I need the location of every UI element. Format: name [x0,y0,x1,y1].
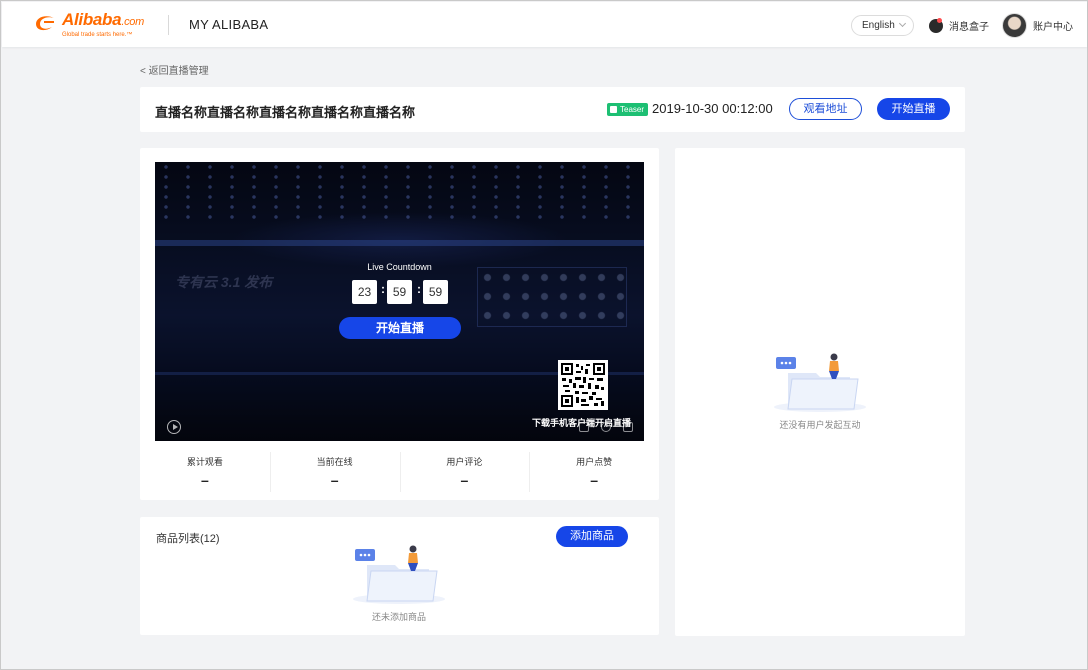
countdown-seconds: 59 [423,280,448,304]
empty-products-text: 还未添加商品 [371,612,426,622]
logo-tagline: Global trade starts here.™ [62,32,133,38]
fullscreen-icon[interactable] [623,422,633,432]
stat-total-views: 累计观看 – [140,448,270,493]
product-list-card: 商品列表(12) 添加商品 还未添加商品 [140,517,659,635]
alibaba-logo-icon [36,16,54,31]
countdown-colon: : [417,282,421,296]
watch-url-button[interactable]: 观看地址 [789,98,862,120]
live-name: 直播名称直播名称直播名称直播名称直播名称 [155,105,416,120]
countdown-hours: 23 [352,280,377,304]
message-box-link[interactable]: 消息盒子 [929,17,989,33]
account-center-link[interactable]: 账户中心 [1002,13,1073,38]
app-frame: Alibaba.com Global trade starts here.™ M… [0,0,1088,670]
stat-value: – [200,472,209,488]
stat-user-likes: 用户点赞 – [529,448,659,493]
alibaba-logo[interactable]: Alibaba.com Global trade starts here.™ [32,10,144,38]
volume-icon[interactable] [601,422,611,432]
stat-value: – [330,472,339,488]
chevron-down-icon [898,19,907,28]
stat-value: – [590,472,599,488]
qr-code-icon [561,363,605,407]
interaction-panel: 还没有用户发起互动 [675,148,965,636]
start-live-button[interactable]: 开始直播 [877,98,950,120]
top-header: Alibaba.com Global trade starts here.™ M… [2,2,1087,47]
language-selector[interactable]: English [851,15,914,36]
live-title-bar: 直播名称直播名称直播名称直播名称直播名称 Teaser 2019-10-30 0… [140,87,965,132]
empty-folder-icon [353,545,445,604]
play-icon[interactable] [167,420,181,434]
stats-row: 累计观看 – 当前在线 – 用户评论 – 用户点赞 – [140,448,659,493]
back-link[interactable]: < 返回直播管理 [140,62,209,77]
empty-folder-icon [774,353,866,412]
account-label: 账户中心 [1033,22,1073,33]
stat-online-now: 当前在线 – [269,448,400,493]
language-label: English [862,20,895,31]
stat-label: 累计观看 [186,457,223,467]
stat-user-comments: 用户评论 – [399,448,530,493]
add-product-button[interactable]: 添加商品 [556,526,628,547]
teaser-badge: Teaser [607,103,649,116]
settings-icon[interactable] [579,422,589,432]
countdown-colon: : [381,282,385,296]
player-start-live-button[interactable]: 开始直播 [339,317,461,339]
countdown-minutes: 59 [387,280,412,304]
bell-icon [929,17,943,33]
empty-interaction-text: 还没有用户发起互动 [779,420,861,430]
stat-label: 用户点赞 [576,457,613,467]
stat-value: – [460,472,469,488]
qr-code [558,360,608,410]
section-title[interactable]: MY ALIBABA [189,17,268,32]
stat-label: 当前在线 [316,457,353,467]
video-player[interactable]: 专有云 3.1 发布 Live Countdown 23 : 59 : 59 开… [155,162,644,441]
avatar [1002,13,1027,38]
countdown-label: Live Countdown [367,262,432,272]
product-list-title: 商品列表(12) [156,533,220,545]
player-card: 专有云 3.1 发布 Live Countdown 23 : 59 : 59 开… [140,148,659,500]
message-box-label: 消息盒子 [949,22,989,33]
live-datetime: 2019-10-30 00:12:00 [652,101,773,116]
logo-brand: Alibaba [62,10,122,29]
header-divider [168,15,169,35]
logo-suffix: .com [121,16,144,28]
stat-label: 用户评论 [446,457,483,467]
